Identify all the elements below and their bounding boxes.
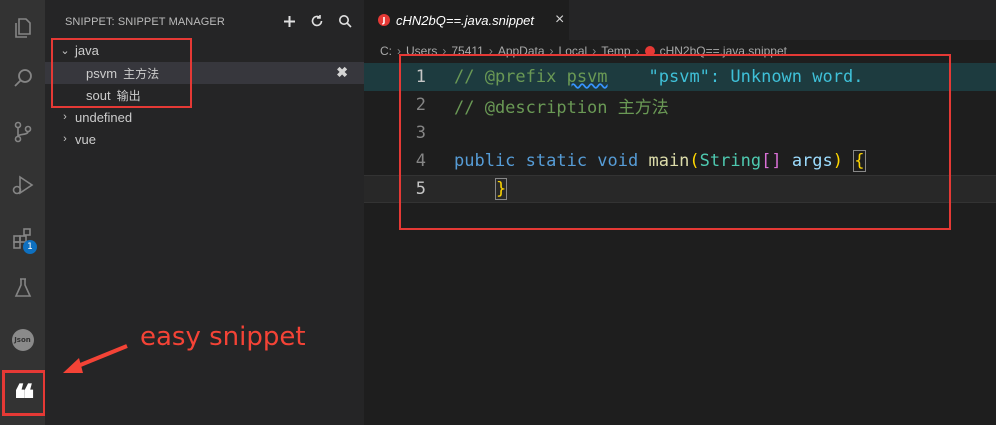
highlight-box-tree	[51, 38, 192, 108]
breadcrumb-item[interactable]: C:	[380, 44, 392, 58]
tab-label: cHN2bQ==.java.snippet	[396, 12, 535, 28]
quote-icon[interactable]: ❝	[2, 370, 46, 420]
run-debug-icon[interactable]	[0, 165, 45, 205]
flask-icon[interactable]	[0, 268, 45, 308]
extensions-badge: 1	[23, 240, 37, 254]
annotation-label: easy snippet	[140, 322, 306, 352]
sidebar-title: SNIPPET: SNIPPET MANAGER	[65, 16, 225, 28]
quote-glyph: ❝	[13, 376, 35, 423]
json-icon[interactable]: Json	[0, 320, 45, 360]
java-file-icon: J	[378, 14, 390, 26]
json-label: Json	[11, 329, 34, 351]
tree-item-label: undefined	[75, 109, 133, 125]
annotation-arrow-icon	[63, 344, 128, 373]
tree-item-label: vue	[75, 131, 96, 147]
sidebar-actions	[281, 13, 353, 29]
tab-snippet-file[interactable]: J cHN2bQ==.java.snippet ×	[364, 0, 569, 40]
sidebar-search-icon[interactable]	[337, 13, 353, 29]
editor-tab-bar: J cHN2bQ==.java.snippet ×	[364, 0, 996, 40]
refresh-icon[interactable]	[309, 13, 325, 29]
add-icon[interactable]	[281, 13, 297, 29]
files-icon[interactable]	[0, 8, 45, 48]
tree-item-undefined[interactable]: › undefined	[45, 106, 364, 128]
extensions-icon[interactable]: 1	[0, 218, 45, 258]
chevron-right-icon: ›	[63, 133, 67, 145]
activity-bar: 1 Json ❝	[0, 0, 46, 425]
close-icon[interactable]: ✖	[336, 64, 348, 81]
search-icon[interactable]	[0, 58, 45, 98]
highlight-box-editor	[399, 54, 951, 230]
tree-item-vue[interactable]: › vue	[45, 128, 364, 150]
tab-close-icon[interactable]: ×	[555, 11, 564, 29]
chevron-right-icon: ›	[63, 111, 67, 123]
source-control-icon[interactable]	[0, 112, 45, 152]
